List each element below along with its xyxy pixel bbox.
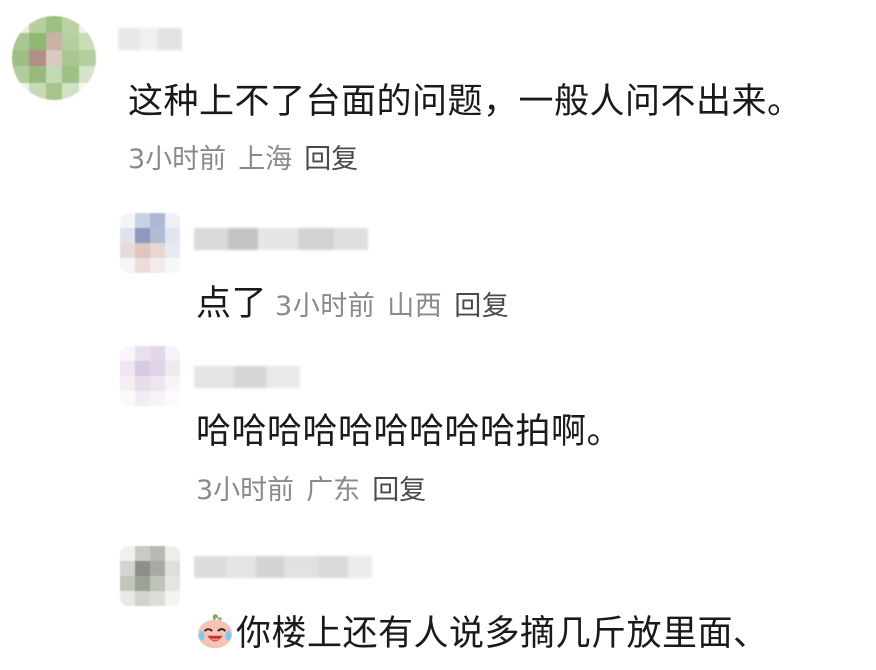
reply-button[interactable]: 回复 xyxy=(454,291,509,322)
comment-text: 点了 xyxy=(196,284,268,324)
comment-meta: 3小时前 山西 回复 xyxy=(275,291,509,322)
reply-text-line: 点了 3小时前 山西 回复 xyxy=(196,282,509,329)
comment-time: 3小时前 xyxy=(275,291,376,322)
comment-time: 3小时前 xyxy=(196,475,295,506)
comment-location: 广东 xyxy=(306,475,361,506)
comment-location: 上海 xyxy=(238,144,293,175)
avatar[interactable] xyxy=(120,213,180,273)
username-blurred[interactable] xyxy=(118,28,182,50)
reply-button[interactable]: 回复 xyxy=(304,144,358,175)
laughing-crying-face-icon xyxy=(197,614,233,649)
comment-meta: 3小时前 广东 回复 xyxy=(196,474,426,508)
avatar[interactable] xyxy=(120,546,180,606)
reply-text-line: 你楼上还有人说多摘几斤放里面、 xyxy=(196,612,769,656)
reply-button[interactable]: 回复 xyxy=(372,475,426,506)
comment-location: 山西 xyxy=(387,291,443,322)
comment-text: 哈哈哈哈哈哈哈哈哈拍啊。 xyxy=(196,412,623,452)
comment-text: 这种上不了台面的问题，一般人问不出来。 xyxy=(128,82,803,122)
comment-time: 3小时前 xyxy=(128,144,227,175)
username-blurred[interactable] xyxy=(194,366,300,388)
username-blurred[interactable] xyxy=(194,556,372,578)
comment-text: 你楼上还有人说多摘几斤放里面、 xyxy=(236,614,769,654)
username-blurred[interactable] xyxy=(194,228,368,250)
avatar[interactable] xyxy=(120,346,180,406)
avatar[interactable] xyxy=(12,16,96,100)
comment-meta: 3小时前 上海 回复 xyxy=(128,143,358,177)
